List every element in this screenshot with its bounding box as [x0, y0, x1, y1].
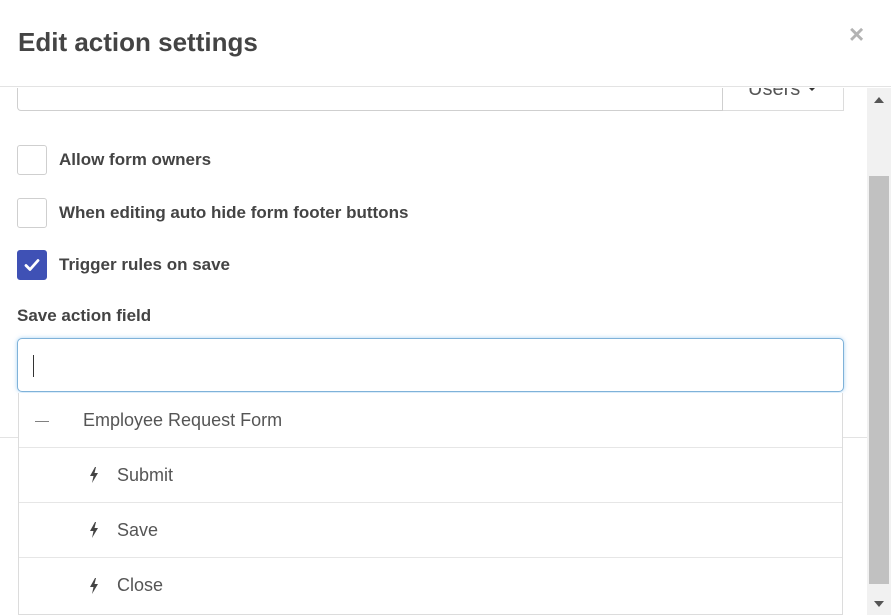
- save-action-field-label: Save action field: [17, 306, 152, 325]
- auto-hide-footer-checkbox[interactable]: [17, 198, 47, 228]
- checkmark-icon: [24, 259, 40, 271]
- text-cursor: [33, 355, 34, 377]
- bolt-icon: [89, 467, 103, 483]
- modal-body: Users Allow form owners When editing aut…: [0, 88, 867, 615]
- option-allow-form-owners: Allow form owners: [17, 145, 211, 175]
- modal-title: Edit action settings: [18, 27, 258, 57]
- bolt-icon: [89, 577, 103, 594]
- trigger-rules-label: Trigger rules on save: [59, 255, 231, 274]
- caret-down-icon: [806, 88, 819, 91]
- scrollbar-thumb[interactable]: [869, 176, 889, 584]
- option-trigger-rules: Trigger rules on save: [17, 250, 230, 280]
- bolt-icon: [89, 522, 103, 538]
- option-auto-hide-footer: When editing auto hide form footer butto…: [17, 198, 408, 228]
- trigger-rules-checkbox[interactable]: [17, 250, 47, 280]
- dropdown-item-close[interactable]: Close: [19, 558, 842, 613]
- close-icon[interactable]: ×: [849, 19, 864, 49]
- vertical-scrollbar[interactable]: [867, 88, 891, 615]
- save-action-field-input[interactable]: [17, 338, 844, 392]
- dropdown-group-label: Employee Request Form: [83, 409, 283, 430]
- scroll-down-arrow-icon[interactable]: [867, 595, 891, 612]
- dropdown-item-label: Close: [117, 575, 164, 595]
- users-dropdown-button[interactable]: Users: [723, 88, 844, 111]
- edit-action-settings-modal: Edit action settings × Users Allow form …: [0, 0, 891, 615]
- auto-hide-footer-label: When editing auto hide form footer butto…: [59, 203, 409, 222]
- dropdown-group-employee-request-form[interactable]: — Employee Request Form: [19, 393, 842, 448]
- dropdown-item-submit[interactable]: Submit: [19, 448, 842, 503]
- dropdown-item-label: Save: [117, 519, 159, 540]
- users-button-label: Users: [748, 88, 801, 100]
- dropdown-item-save[interactable]: Save: [19, 503, 842, 558]
- modal-header: Edit action settings ×: [0, 0, 891, 87]
- minus-icon: —: [35, 412, 49, 428]
- save-action-dropdown: — Employee Request Form Submit Save Clos…: [18, 393, 843, 615]
- allow-form-owners-label: Allow form owners: [59, 150, 212, 169]
- users-input[interactable]: [17, 88, 723, 111]
- allow-form-owners-checkbox[interactable]: [17, 145, 47, 175]
- scroll-up-arrow-icon[interactable]: [867, 91, 891, 108]
- dropdown-item-label: Submit: [117, 464, 174, 485]
